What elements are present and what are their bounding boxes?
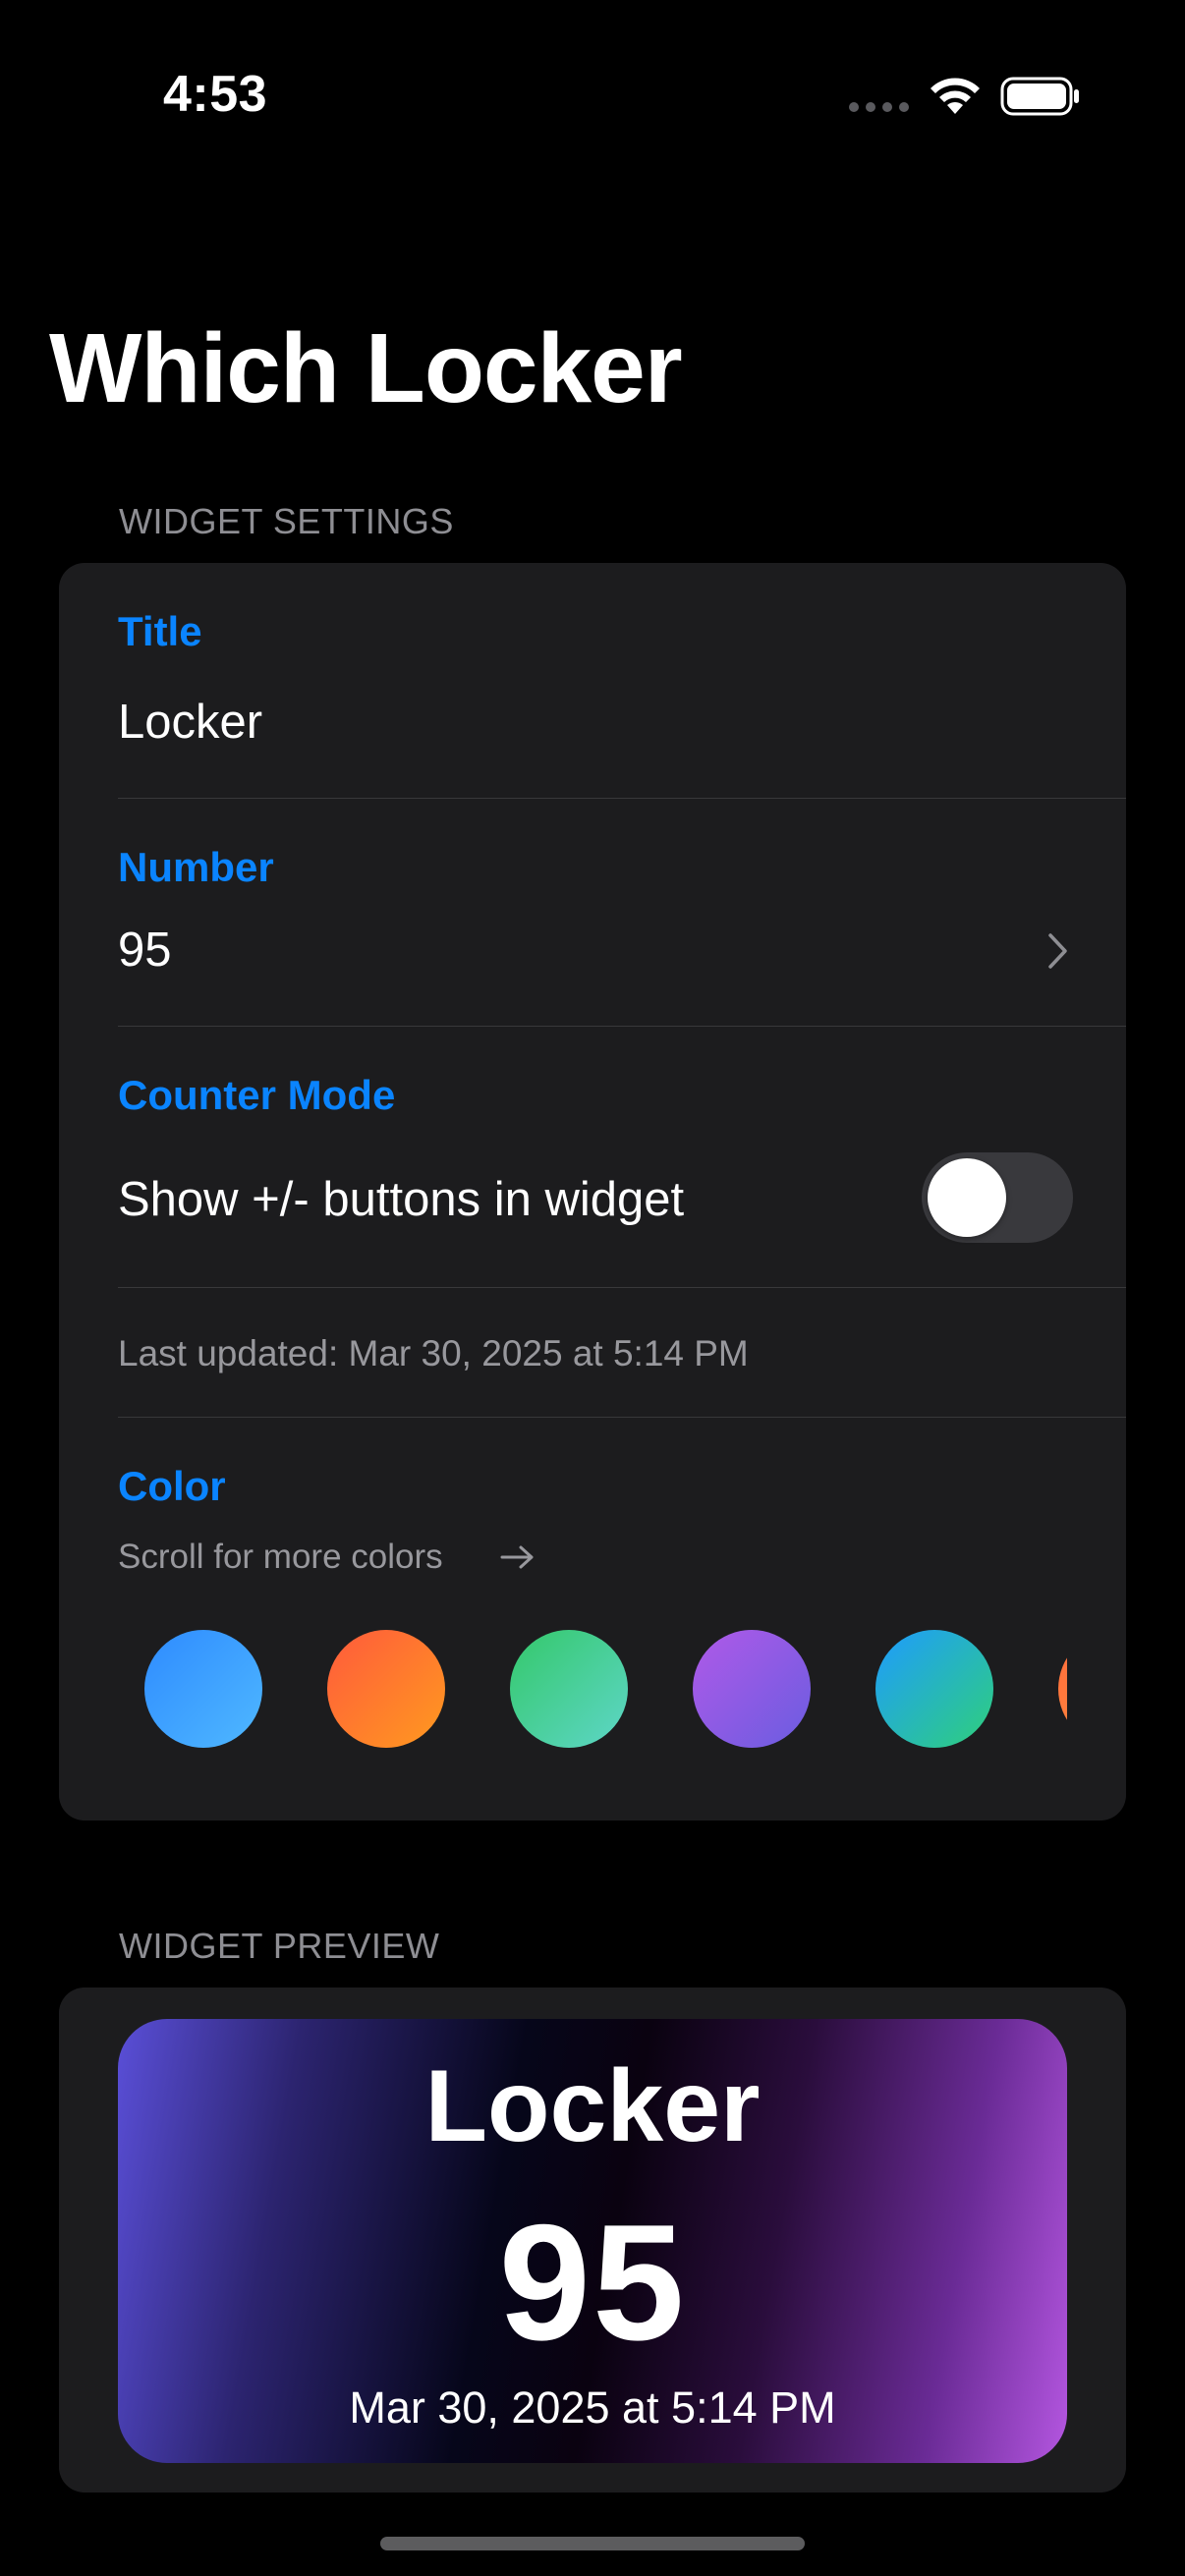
widget-title: Locker — [424, 2049, 761, 2163]
color-label: Color — [118, 1463, 226, 1509]
last-updated-text: Last updated: Mar 30, 2025 at 5:14 PM — [118, 1333, 749, 1373]
widget-preview: Locker 95 Mar 30, 2025 at 5:14 PM — [118, 2019, 1067, 2463]
widget-settings-card: Title Locker Number 95 Counter Mode Show… — [59, 563, 1126, 1820]
color-swatch-orange[interactable] — [327, 1630, 445, 1748]
color-swatch-green[interactable] — [510, 1630, 628, 1748]
color-swatch-scroller[interactable] — [59, 1630, 1067, 1758]
battery-icon — [1000, 77, 1079, 116]
title-field-label: Title — [118, 608, 202, 654]
divider — [118, 1417, 1126, 1418]
page-title: Which Locker — [49, 313, 683, 423]
widget-date: Mar 30, 2025 at 5:14 PM — [349, 2382, 836, 2433]
status-time: 4:53 — [163, 66, 268, 123]
section-header-widget-settings: WIDGET SETTINGS — [119, 501, 454, 541]
number-row[interactable]: Number 95 — [118, 799, 1126, 1026]
scroll-hint-text: Scroll for more colors — [118, 1538, 443, 1576]
home-indicator — [380, 2537, 805, 2550]
widget-number: 95 — [498, 2190, 687, 2375]
number-field-value: 95 — [118, 924, 172, 977]
widget-preview-card: Locker 95 Mar 30, 2025 at 5:14 PM — [59, 1988, 1126, 2492]
divider — [118, 1026, 1126, 1027]
number-field-label: Number — [118, 844, 274, 890]
divider — [118, 1287, 1126, 1288]
arrow-right-icon — [500, 1545, 534, 1569]
toggle-knob — [928, 1158, 1006, 1237]
counter-mode-toggle-label: Show +/- buttons in widget — [118, 1173, 685, 1226]
color-swatch-teal[interactable] — [875, 1630, 993, 1748]
title-field-input[interactable]: Locker — [118, 695, 262, 750]
section-header-widget-preview: WIDGET PREVIEW — [119, 1926, 440, 1966]
chevron-right-icon — [1048, 933, 1067, 969]
color-swatch-coral[interactable] — [1058, 1630, 1067, 1748]
counter-mode-toggle[interactable] — [922, 1152, 1073, 1243]
color-swatch-purple[interactable] — [693, 1630, 811, 1748]
status-bar: 4:53 — [0, 0, 1185, 187]
wifi-icon — [931, 78, 980, 114]
counter-mode-label: Counter Mode — [118, 1072, 396, 1118]
signal-dots-icon — [849, 102, 909, 112]
color-swatch-blue[interactable] — [144, 1630, 262, 1748]
